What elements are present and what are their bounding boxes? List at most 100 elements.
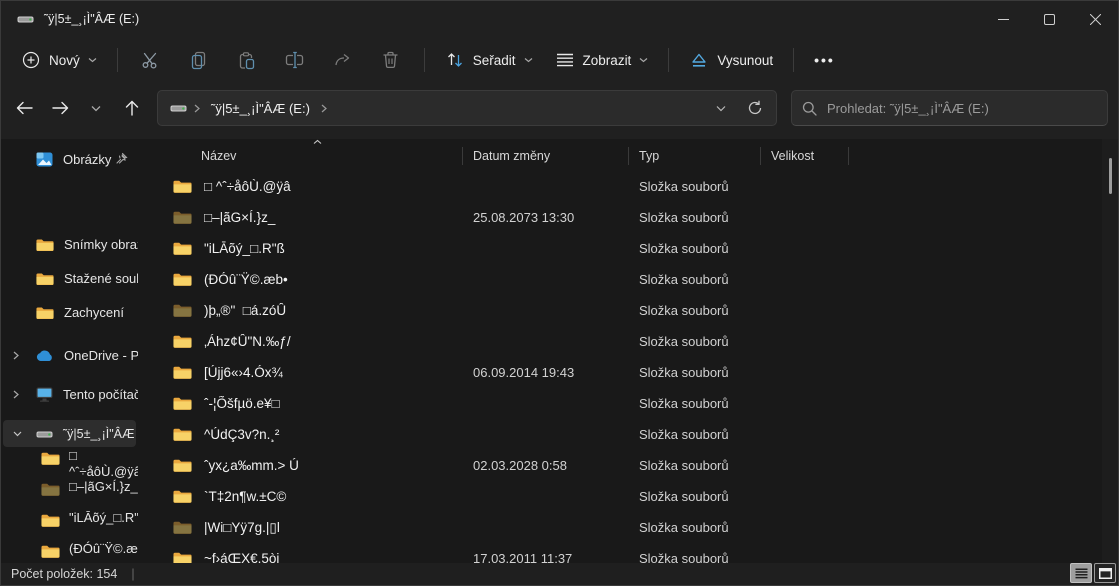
explorer-body: Obrázky Snímky obrazov Stažené soubor Za…: [1, 139, 1118, 563]
navigation-pane: Obrázky Snímky obrazov Stažené soubor Za…: [1, 139, 138, 563]
file-row[interactable]: "iLĀõý_□.R"ßSložka souborů: [141, 233, 1118, 264]
chevron-right-icon[interactable]: [13, 351, 25, 360]
pin-icon: [115, 152, 128, 165]
folder-icon: [173, 272, 192, 287]
minimize-button[interactable]: [980, 1, 1026, 37]
status-bar: Počet položek: 154 |: [1, 563, 1118, 585]
file-name-label: ^ÚdÇ3v?n.¸²: [204, 427, 279, 442]
file-row[interactable]: (ĐÓû¨Ÿ©.æb•Složka souborů: [141, 264, 1118, 295]
chevron-down-icon[interactable]: [13, 431, 25, 437]
sidebar-drive-child[interactable]: (ĐÓû¨Ÿ©.æb•: [1, 541, 138, 563]
file-row[interactable]: [Újj6«›4.Óx¾06.09.2014 19:43Složka soubo…: [141, 357, 1118, 388]
chevron-down-icon: [524, 57, 533, 63]
column-header-date[interactable]: Datum změny: [463, 141, 629, 171]
large-icons-view-button[interactable]: [1094, 563, 1116, 583]
column-header-label: Typ: [639, 149, 659, 163]
refresh-button[interactable]: [740, 93, 770, 123]
file-row[interactable]: )þ„®" □á.zóÛSložka souborů: [141, 295, 1118, 326]
file-row[interactable]: ˆyx¿a‰mm.> Ú02.03.2028 0:58Složka soubor…: [141, 450, 1118, 481]
copy-button[interactable]: [176, 43, 222, 77]
view-button-label: Zobrazit: [583, 53, 632, 68]
toolbar-separator: [424, 48, 425, 72]
file-row[interactable]: □ ^ˆ÷åôÙ.@ÿâSložka souborů: [141, 171, 1118, 202]
details-view-button[interactable]: [1070, 563, 1092, 583]
new-button[interactable]: Nový: [11, 43, 107, 77]
window-title: ˜ÿ|5±_¸¡Ì"ÂÆ (E:): [44, 12, 139, 26]
file-row[interactable]: □–|ãG×Í.}z_25.08.2073 13:30Složka soubor…: [141, 202, 1118, 233]
search-input[interactable]: [827, 101, 1097, 116]
sort-button-label: Seřadit: [473, 53, 516, 68]
sidebar-drive-child[interactable]: □–|ãG×Í.}z_: [1, 479, 138, 510]
file-row[interactable]: `T‡2n¶w.±C©Složka souborů: [141, 481, 1118, 512]
view-button[interactable]: Zobrazit: [545, 43, 659, 77]
back-button[interactable]: [7, 91, 41, 125]
address-bar[interactable]: ˜ÿ|5±_¸¡Ì"ÂÆ (E:): [157, 90, 777, 126]
scrollbar-thumb[interactable]: [1109, 158, 1112, 194]
file-type: Složka souborů: [629, 396, 761, 411]
sidebar-item-label: Zachycení: [64, 305, 124, 320]
delete-button[interactable]: [368, 43, 414, 77]
sidebar-item-drive-e[interactable]: ˜ÿ|5±_¸¡Ì"ÂÆ (E:): [3, 420, 136, 447]
breadcrumb-drive[interactable]: ˜ÿ|5±_¸¡Ì"ÂÆ (E:): [207, 101, 314, 116]
file-name-label: ˆyx¿a‰mm.> Ú: [204, 458, 299, 473]
chevron-right-icon[interactable]: [13, 390, 25, 399]
more-options-button[interactable]: •••: [804, 45, 845, 75]
sidebar-child-line1: "iLĀõý_□.R"ß: [69, 510, 138, 526]
sort-button[interactable]: Seřadit: [435, 43, 543, 77]
file-row[interactable]: ^ÚdÇ3v?n.¸² Složka souborů: [141, 419, 1118, 450]
file-type: Složka souborů: [629, 520, 761, 535]
file-row[interactable]: ˆ-¦Õšfµö.e¥□Složka souborů: [141, 388, 1118, 419]
column-header-type[interactable]: Typ: [629, 141, 761, 171]
file-type: Složka souborů: [629, 334, 761, 349]
breadcrumb-chevron-icon[interactable]: [318, 104, 330, 113]
sidebar-drive-child[interactable]: □^ˆ÷åôÙ.@ÿâ: [1, 448, 138, 479]
sidebar-item-onedrive[interactable]: OneDrive - Perso: [3, 342, 136, 369]
address-dropdown-button[interactable]: [706, 93, 736, 123]
cut-button[interactable]: [128, 43, 174, 77]
folder-icon: [41, 541, 60, 559]
file-type: Složka souborů: [629, 458, 761, 473]
close-button[interactable]: [1072, 1, 1118, 37]
sidebar-drive-child[interactable]: "iLĀõý_□.R"ß: [1, 510, 138, 541]
sidebar-child-line2: □–|ãG×Í.}z_: [69, 479, 138, 495]
maximize-button[interactable]: [1026, 1, 1072, 37]
sidebar-child-label: □–|ãG×Í.}z_: [69, 479, 138, 495]
file-row[interactable]: ~f›áŒX€.5òi17.03.2011 11:37Složka soubor…: [141, 543, 1118, 563]
view-toggle-buttons: [1070, 563, 1116, 583]
large-icons-view-icon: [1099, 568, 1112, 579]
file-row[interactable]: ‚Áhz¢Û"N.‰ƒ/Složka souborů: [141, 326, 1118, 357]
paste-button[interactable]: [224, 43, 270, 77]
toolbar-separator: [668, 48, 669, 72]
folder-icon: [173, 551, 192, 563]
forward-button[interactable]: [43, 91, 77, 125]
onedrive-icon: [36, 350, 54, 362]
sidebar-child-line1: (ĐÓû¨Ÿ©.æb•: [69, 541, 138, 557]
toolbar-separator: [117, 48, 118, 72]
titlebar: ˜ÿ|5±_¸¡Ì"ÂÆ (E:): [1, 1, 1118, 37]
folder-icon: [173, 241, 192, 256]
file-row[interactable]: |Wi□Yÿ7g.|▯l Složka souborů: [141, 512, 1118, 543]
column-header-name[interactable]: Název: [141, 141, 463, 171]
sidebar-item-this-pc[interactable]: Tento počítač: [3, 381, 136, 408]
recent-locations-button[interactable]: [79, 91, 113, 125]
drive-icon: [17, 12, 34, 26]
share-button[interactable]: [320, 43, 366, 77]
file-type: Složka souborů: [629, 427, 761, 442]
eject-button[interactable]: Vysunout: [679, 43, 783, 77]
pictures-icon: [36, 152, 53, 167]
sidebar-item-pictures[interactable]: Obrázky: [3, 146, 136, 173]
details-view-icon: [1075, 568, 1088, 579]
sidebar-item-downloads[interactable]: Stažené soubor: [3, 265, 136, 292]
up-button[interactable]: [115, 91, 149, 125]
column-header-size[interactable]: Velikost: [761, 141, 849, 171]
vertical-scrollbar[interactable]: [1102, 139, 1118, 563]
sidebar-item-label: Snímky obrazov: [64, 237, 138, 252]
sidebar-item-screenshots[interactable]: Snímky obrazov: [3, 231, 136, 258]
file-name-label: |Wi□Yÿ7g.|▯l: [204, 520, 280, 536]
file-name-label: [Újj6«›4.Óx¾: [204, 365, 283, 380]
folder-icon: [173, 396, 192, 411]
plus-circle-icon: [21, 50, 41, 70]
sidebar-item-captures[interactable]: Zachycení: [3, 299, 136, 326]
rename-button[interactable]: [272, 43, 318, 77]
cut-icon: [141, 50, 161, 70]
